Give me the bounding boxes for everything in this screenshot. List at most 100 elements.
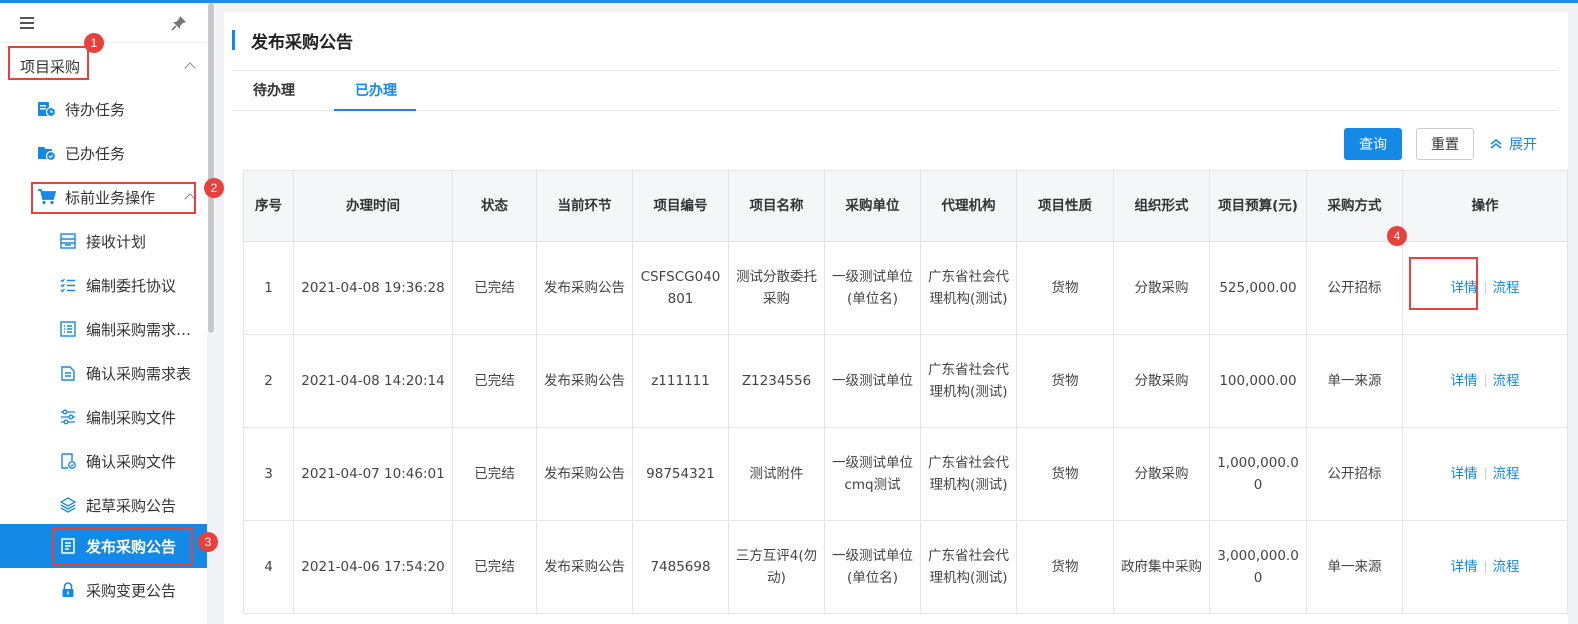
reset-button[interactable]: 重置 [1416,128,1474,160]
cell-unit: 一级测试单位(单位名) [824,520,921,614]
cell-agency: 广东省社会代理机构(测试) [920,241,1017,335]
column-header: 组织形式 [1113,170,1210,242]
cell-code: 7485698 [632,520,729,614]
sidebar-item-label: 编制采购需求… [86,320,192,339]
sidebar-header [0,3,207,43]
cell-actions: 详情 流程 [1402,520,1568,614]
sidebar-item-confirm-demand[interactable]: 确认采购需求表 [0,351,207,395]
list-icon [58,319,78,339]
cell-code: CSFSCG040801 [632,241,729,335]
cell-method: 单一来源 [1306,334,1403,428]
column-header: 项目性质 [1016,170,1114,242]
detail-link[interactable]: 详情 [1451,373,1478,389]
table-row: 2 2021-04-08 14:20:14 已完结 发布采购公告 z111111… [243,334,1568,428]
sidebar-item-label: 待办任务 [65,100,126,119]
double-chevron-up-icon [1490,138,1502,149]
annotation-badge-2: 2 [204,178,224,198]
sliders-icon [58,407,78,427]
cell-time: 2021-04-08 19:36:28 [293,241,453,335]
sidebar-item-pending-tasks[interactable]: 待办任务 [0,87,207,131]
query-button[interactable]: 查询 [1344,128,1402,160]
tab-pending[interactable]: 待办理 [253,80,295,100]
sidebar-item-receive-plan[interactable]: 接收计划 [0,219,207,263]
column-header: 序号 [243,170,294,242]
cell-status: 已完结 [452,334,537,428]
cell-stage: 发布采购公告 [536,520,633,614]
flow-link[interactable]: 流程 [1493,373,1520,389]
detail-link[interactable]: 详情 [1451,466,1478,482]
cell-unit: 一级测试单位cmq测试 [824,427,921,521]
sidebar-item-completed-tasks[interactable]: 已办任务 [0,131,207,175]
menu-toggle-icon[interactable] [20,17,34,29]
column-header: 项目编号 [632,170,729,242]
flow-link[interactable]: 流程 [1493,559,1520,575]
table-row: 1 2021-04-08 19:36:28 已完结 发布采购公告 CSFSCG0… [243,241,1568,335]
cell-form: 分散采购 [1113,334,1210,428]
top-accent-line [0,0,1578,3]
scrollbar-thumb[interactable] [208,3,214,333]
tabs-divider [232,110,1558,111]
table-row: 3 2021-04-07 10:46:01 已完结 发布采购公告 9875432… [243,427,1568,521]
cell-form: 分散采购 [1113,241,1210,335]
divider [1484,561,1486,573]
sidebar-item-label: 确认采购文件 [86,452,177,471]
sidebar-item-change-notice[interactable]: 采购变更公告 [0,568,207,612]
sidebar-item-label: 编制采购文件 [86,408,177,427]
layers-icon [58,495,78,515]
cell-name: 测试分散委托采购 [728,241,825,335]
cell-status: 已完结 [452,241,537,335]
confirm-demand-icon [58,363,78,383]
column-header: 操作 [1402,170,1568,242]
annotation-box-2 [31,182,196,214]
cell-status: 已完结 [452,427,537,521]
column-header: 办理时间 [293,170,453,242]
cell-agency: 广东省社会代理机构(测试) [920,334,1017,428]
results-table: 序号 办理时间 状态 当前环节 项目编号 项目名称 采购单位 代理机构 项目性质… [243,170,1568,614]
cell-code: z111111 [632,334,729,428]
flow-link[interactable]: 流程 [1493,466,1520,482]
receive-plan-icon [58,231,78,251]
annotation-badge-3: 3 [198,532,218,552]
cell-agency: 广东省社会代理机构(测试) [920,427,1017,521]
cell-name: 测试附件 [728,427,825,521]
cell-time: 2021-04-06 17:54:20 [293,520,453,614]
sidebar-item-commission-agreement[interactable]: 编制委托协议 [0,263,207,307]
cell-agency: 广东省社会代理机构(测试) [920,520,1017,614]
cell-method: 公开招标 [1306,241,1403,335]
expand-button[interactable]: 展开 [1489,134,1537,154]
sidebar-item-label: 接收计划 [86,232,147,251]
cell-budget: 3,000,000.00 [1209,520,1307,614]
cell-no: 1 [243,241,294,335]
annotation-badge-1: 1 [84,33,104,53]
cell-nature: 货物 [1016,334,1114,428]
pin-icon[interactable] [170,14,188,32]
column-header: 状态 [452,170,537,242]
cell-no: 4 [243,520,294,614]
cell-name: 三方互评4(勿动) [728,520,825,614]
cell-status: 已完结 [452,520,537,614]
cell-stage: 发布采购公告 [536,241,633,335]
tab-processed[interactable]: 已办理 [355,80,397,100]
sidebar-item-label: 采购变更公告 [86,581,177,600]
sidebar-item-prepare-demand[interactable]: 编制采购需求… [0,307,207,351]
cell-nature: 货物 [1016,427,1114,521]
cell-form: 政府集中采购 [1113,520,1210,614]
sidebar-item-label: 已办任务 [65,144,126,163]
sidebar-item-label: 起草采购公告 [86,496,177,515]
cell-code: 98754321 [632,427,729,521]
annotation-badge-4: 4 [1387,226,1407,246]
sidebar-item-confirm-files[interactable]: 确认采购文件 [0,439,207,483]
column-header: 采购单位 [824,170,921,242]
flow-link[interactable]: 流程 [1493,280,1520,296]
sidebar-item-draft-notice[interactable]: 起草采购公告 [0,483,207,527]
detail-link[interactable]: 详情 [1451,559,1478,575]
cell-nature: 货物 [1016,241,1114,335]
column-header: 当前环节 [536,170,633,242]
sidebar-scrollbar[interactable] [207,3,215,333]
divider [232,70,1558,71]
cell-budget: 1,000,000.00 [1209,427,1307,521]
divider [1484,282,1486,294]
sidebar-item-prepare-files[interactable]: 编制采购文件 [0,395,207,439]
cell-nature: 货物 [1016,520,1114,614]
page-title: 发布采购公告 [251,33,353,53]
